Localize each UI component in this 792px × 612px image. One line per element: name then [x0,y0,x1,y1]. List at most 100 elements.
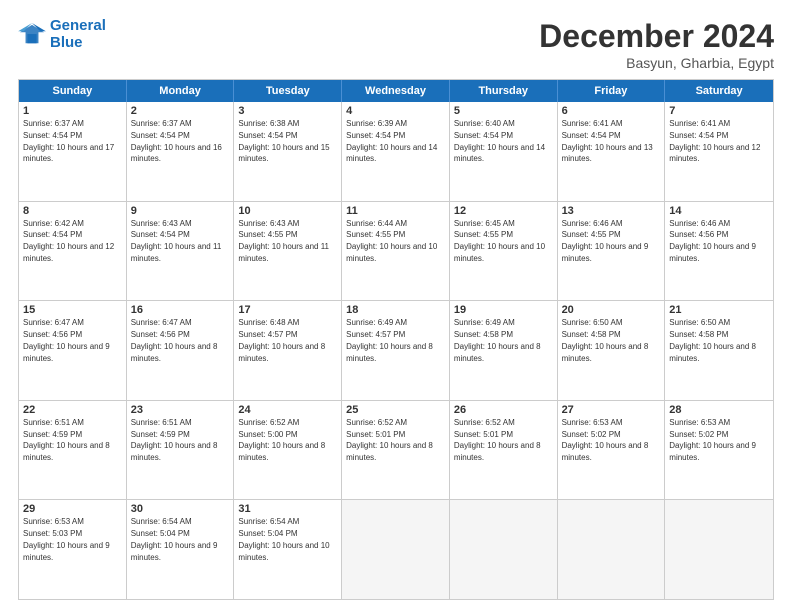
day-number: 21 [669,304,769,316]
day-cell-9: 9 Sunrise: 6:43 AMSunset: 4:54 PMDayligh… [127,202,235,301]
calendar-row-1: 8 Sunrise: 6:42 AMSunset: 4:54 PMDayligh… [19,201,773,301]
day-header-wednesday: Wednesday [342,80,450,102]
day-number: 8 [23,205,122,217]
empty-cell [342,500,450,599]
day-info: Sunrise: 6:54 AMSunset: 5:04 PMDaylight:… [238,517,329,561]
day-cell-5: 5 Sunrise: 6:40 AMSunset: 4:54 PMDayligh… [450,102,558,201]
day-number: 28 [669,404,769,416]
day-info: Sunrise: 6:53 AMSunset: 5:02 PMDaylight:… [669,418,756,462]
day-number: 16 [131,304,230,316]
day-cell-23: 23 Sunrise: 6:51 AMSunset: 4:59 PMDaylig… [127,401,235,500]
calendar-row-4: 29 Sunrise: 6:53 AMSunset: 5:03 PMDaylig… [19,499,773,599]
day-cell-30: 30 Sunrise: 6:54 AMSunset: 5:04 PMDaylig… [127,500,235,599]
month-title: December 2024 [539,18,774,55]
day-info: Sunrise: 6:52 AMSunset: 5:01 PMDaylight:… [454,418,541,462]
title-block: December 2024 Basyun, Gharbia, Egypt [539,18,774,71]
day-cell-2: 2 Sunrise: 6:37 AMSunset: 4:54 PMDayligh… [127,102,235,201]
calendar-row-3: 22 Sunrise: 6:51 AMSunset: 4:59 PMDaylig… [19,400,773,500]
day-info: Sunrise: 6:46 AMSunset: 4:56 PMDaylight:… [669,219,756,263]
day-info: Sunrise: 6:46 AMSunset: 4:55 PMDaylight:… [562,219,649,263]
day-info: Sunrise: 6:54 AMSunset: 5:04 PMDaylight:… [131,517,218,561]
calendar-body: 1 Sunrise: 6:37 AMSunset: 4:54 PMDayligh… [19,102,773,599]
day-number: 6 [562,105,661,117]
empty-cell [558,500,666,599]
day-number: 17 [238,304,337,316]
day-cell-27: 27 Sunrise: 6:53 AMSunset: 5:02 PMDaylig… [558,401,666,500]
day-info: Sunrise: 6:41 AMSunset: 4:54 PMDaylight:… [669,119,760,163]
day-header-thursday: Thursday [450,80,558,102]
day-cell-24: 24 Sunrise: 6:52 AMSunset: 5:00 PMDaylig… [234,401,342,500]
day-info: Sunrise: 6:51 AMSunset: 4:59 PMDaylight:… [23,418,110,462]
day-cell-18: 18 Sunrise: 6:49 AMSunset: 4:57 PMDaylig… [342,301,450,400]
day-cell-29: 29 Sunrise: 6:53 AMSunset: 5:03 PMDaylig… [19,500,127,599]
empty-cell [665,500,773,599]
day-header-friday: Friday [558,80,666,102]
day-number: 26 [454,404,553,416]
calendar-row-0: 1 Sunrise: 6:37 AMSunset: 4:54 PMDayligh… [19,102,773,201]
day-info: Sunrise: 6:52 AMSunset: 5:01 PMDaylight:… [346,418,433,462]
logo-icon [18,23,46,47]
day-cell-1: 1 Sunrise: 6:37 AMSunset: 4:54 PMDayligh… [19,102,127,201]
day-number: 3 [238,105,337,117]
day-info: Sunrise: 6:42 AMSunset: 4:54 PMDaylight:… [23,219,114,263]
empty-cell [450,500,558,599]
day-cell-26: 26 Sunrise: 6:52 AMSunset: 5:01 PMDaylig… [450,401,558,500]
day-info: Sunrise: 6:53 AMSunset: 5:02 PMDaylight:… [562,418,649,462]
day-info: Sunrise: 6:47 AMSunset: 4:56 PMDaylight:… [23,318,110,362]
day-cell-25: 25 Sunrise: 6:52 AMSunset: 5:01 PMDaylig… [342,401,450,500]
day-number: 22 [23,404,122,416]
header: General Blue December 2024 Basyun, Gharb… [18,18,774,71]
day-info: Sunrise: 6:37 AMSunset: 4:54 PMDaylight:… [131,119,222,163]
day-cell-13: 13 Sunrise: 6:46 AMSunset: 4:55 PMDaylig… [558,202,666,301]
day-number: 30 [131,503,230,515]
day-cell-20: 20 Sunrise: 6:50 AMSunset: 4:58 PMDaylig… [558,301,666,400]
day-cell-21: 21 Sunrise: 6:50 AMSunset: 4:58 PMDaylig… [665,301,773,400]
day-cell-19: 19 Sunrise: 6:49 AMSunset: 4:58 PMDaylig… [450,301,558,400]
day-number: 12 [454,205,553,217]
day-cell-14: 14 Sunrise: 6:46 AMSunset: 4:56 PMDaylig… [665,202,773,301]
day-number: 14 [669,205,769,217]
page: General Blue December 2024 Basyun, Gharb… [0,0,792,612]
calendar: SundayMondayTuesdayWednesdayThursdayFrid… [18,79,774,600]
day-info: Sunrise: 6:48 AMSunset: 4:57 PMDaylight:… [238,318,325,362]
day-number: 15 [23,304,122,316]
day-cell-10: 10 Sunrise: 6:43 AMSunset: 4:55 PMDaylig… [234,202,342,301]
day-cell-17: 17 Sunrise: 6:48 AMSunset: 4:57 PMDaylig… [234,301,342,400]
day-cell-16: 16 Sunrise: 6:47 AMSunset: 4:56 PMDaylig… [127,301,235,400]
day-cell-7: 7 Sunrise: 6:41 AMSunset: 4:54 PMDayligh… [665,102,773,201]
day-number: 5 [454,105,553,117]
day-info: Sunrise: 6:53 AMSunset: 5:03 PMDaylight:… [23,517,110,561]
day-info: Sunrise: 6:40 AMSunset: 4:54 PMDaylight:… [454,119,545,163]
day-number: 19 [454,304,553,316]
day-number: 10 [238,205,337,217]
location-subtitle: Basyun, Gharbia, Egypt [539,55,774,71]
day-header-saturday: Saturday [665,80,773,102]
logo-text: General Blue [50,18,106,51]
day-cell-6: 6 Sunrise: 6:41 AMSunset: 4:54 PMDayligh… [558,102,666,201]
day-number: 13 [562,205,661,217]
day-cell-15: 15 Sunrise: 6:47 AMSunset: 4:56 PMDaylig… [19,301,127,400]
day-info: Sunrise: 6:44 AMSunset: 4:55 PMDaylight:… [346,219,437,263]
day-info: Sunrise: 6:37 AMSunset: 4:54 PMDaylight:… [23,119,114,163]
day-info: Sunrise: 6:43 AMSunset: 4:55 PMDaylight:… [238,219,329,263]
day-number: 4 [346,105,445,117]
day-cell-3: 3 Sunrise: 6:38 AMSunset: 4:54 PMDayligh… [234,102,342,201]
day-number: 9 [131,205,230,217]
day-info: Sunrise: 6:51 AMSunset: 4:59 PMDaylight:… [131,418,218,462]
day-info: Sunrise: 6:49 AMSunset: 4:58 PMDaylight:… [454,318,541,362]
day-number: 20 [562,304,661,316]
day-number: 7 [669,105,769,117]
day-number: 24 [238,404,337,416]
day-number: 18 [346,304,445,316]
day-cell-8: 8 Sunrise: 6:42 AMSunset: 4:54 PMDayligh… [19,202,127,301]
calendar-header: SundayMondayTuesdayWednesdayThursdayFrid… [19,80,773,102]
day-info: Sunrise: 6:50 AMSunset: 4:58 PMDaylight:… [562,318,649,362]
day-info: Sunrise: 6:41 AMSunset: 4:54 PMDaylight:… [562,119,653,163]
day-number: 27 [562,404,661,416]
day-cell-11: 11 Sunrise: 6:44 AMSunset: 4:55 PMDaylig… [342,202,450,301]
day-number: 11 [346,205,445,217]
day-info: Sunrise: 6:38 AMSunset: 4:54 PMDaylight:… [238,119,329,163]
day-number: 29 [23,503,122,515]
day-cell-31: 31 Sunrise: 6:54 AMSunset: 5:04 PMDaylig… [234,500,342,599]
day-header-tuesday: Tuesday [234,80,342,102]
